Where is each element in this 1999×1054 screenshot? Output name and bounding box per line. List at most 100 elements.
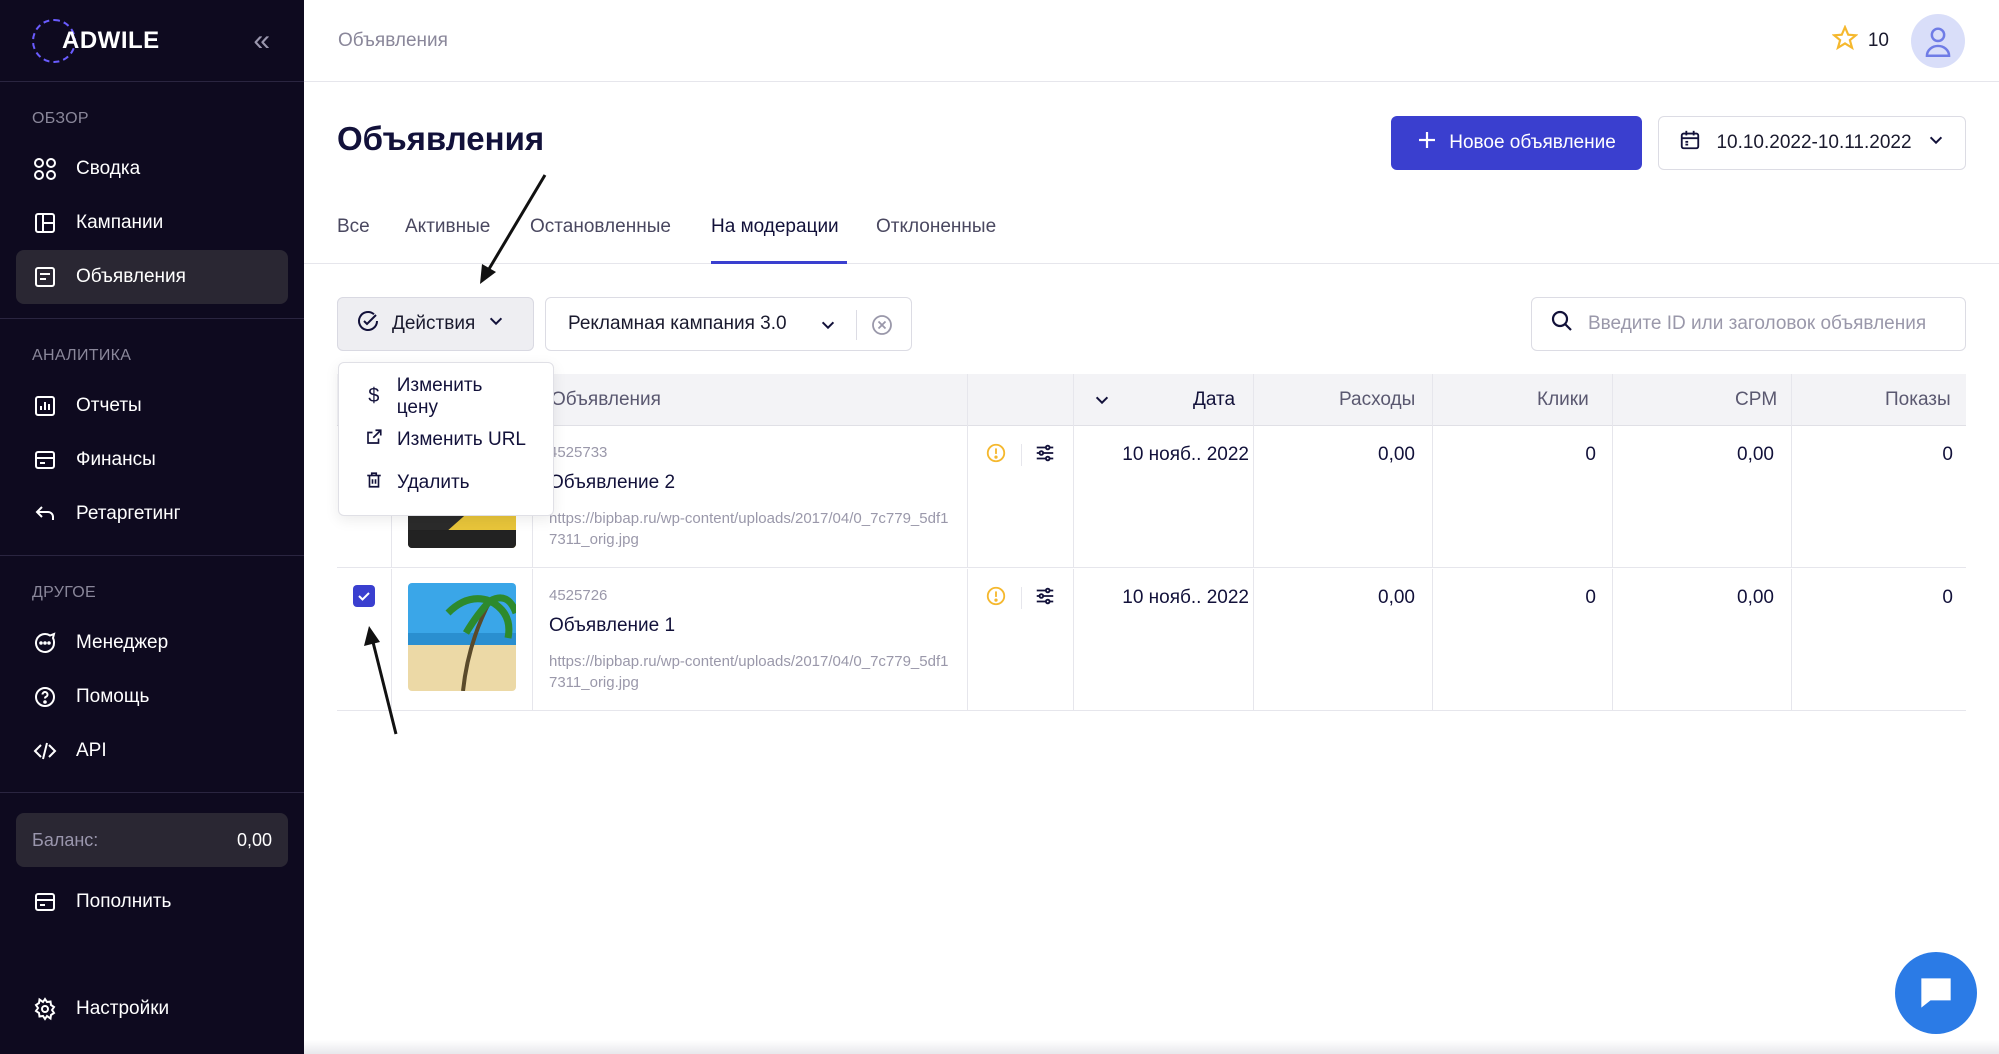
ad-title[interactable]: Объявление 2 bbox=[549, 472, 675, 494]
sidebar-item-campaigns[interactable]: Кампании bbox=[16, 196, 288, 250]
menu-item-change-price[interactable]: $ Изменить цену bbox=[339, 375, 553, 418]
sidebar-item-manager[interactable]: Менеджер bbox=[16, 616, 288, 670]
cell-views: 0 bbox=[1942, 444, 1953, 465]
cell-cpm: 0,00 bbox=[1737, 444, 1774, 465]
table-row[interactable]: 4525733 Объявление 2 https://bipbap.ru/w… bbox=[337, 426, 1966, 568]
external-link-icon bbox=[365, 428, 383, 452]
sidebar-section-other: ДРУГОЕ Менеджер Помощь API bbox=[0, 556, 304, 793]
row-checkbox[interactable] bbox=[353, 585, 375, 607]
sliders-icon[interactable] bbox=[1034, 585, 1056, 612]
warning-icon[interactable] bbox=[985, 585, 1007, 612]
section-title: АНАЛИТИКА bbox=[32, 347, 132, 364]
date-range-picker[interactable]: 10.10.2022-10.11.2022 bbox=[1658, 116, 1966, 170]
chat-button[interactable] bbox=[1895, 952, 1977, 1034]
search-box[interactable]: Введите ID или заголовок объявления bbox=[1531, 297, 1966, 351]
sidebar-item-summary[interactable]: Сводка bbox=[16, 142, 288, 196]
warning-icon[interactable] bbox=[985, 442, 1007, 469]
date-range-value: 10.10.2022-10.11.2022 bbox=[1716, 132, 1912, 153]
sidebar-item-label: Сводка bbox=[76, 158, 141, 179]
sidebar-item-label: Пополнить bbox=[76, 891, 172, 912]
sidebar-item-finance[interactable]: Финансы bbox=[16, 433, 288, 487]
tab-rejected[interactable]: Отклоненные bbox=[876, 216, 996, 264]
sidebar-item-retargeting[interactable]: Ретаргетинг bbox=[16, 487, 288, 541]
ad-url[interactable]: https://bipbap.ru/wp-content/uploads/201… bbox=[549, 651, 949, 693]
cell-date: 10 нояб.. 2022 bbox=[1122, 587, 1249, 608]
sidebar-section-overview: ОБЗОР Сводка Кампании Объявления bbox=[0, 82, 304, 319]
card-icon bbox=[32, 447, 58, 473]
menu-item-change-url[interactable]: Изменить URL bbox=[339, 418, 553, 461]
search-placeholder: Введите ID или заголовок объявления bbox=[1588, 313, 1927, 334]
divider bbox=[856, 310, 857, 340]
document-icon bbox=[32, 264, 58, 290]
calendar-icon bbox=[1679, 129, 1701, 157]
sort-chevron-icon[interactable] bbox=[1093, 391, 1111, 415]
campaign-select[interactable]: Рекламная кампания 3.0 bbox=[545, 297, 912, 351]
actions-dropdown-button[interactable]: Действия bbox=[337, 297, 534, 351]
sidebar-item-label: Менеджер bbox=[76, 632, 169, 653]
ad-title[interactable]: Объявление 1 bbox=[549, 615, 675, 637]
actions-label: Действия bbox=[392, 313, 476, 334]
collapse-sidebar-icon[interactable]: « bbox=[253, 24, 270, 58]
clear-circle-icon[interactable] bbox=[870, 313, 894, 343]
stars-counter[interactable]: 10 bbox=[1831, 23, 1889, 57]
star-icon bbox=[1831, 23, 1859, 57]
logo-text: ADWILE bbox=[62, 26, 160, 54]
sidebar-item-label: Ретаргетинг bbox=[76, 503, 181, 524]
cell-views: 0 bbox=[1942, 587, 1953, 608]
ad-url[interactable]: https://bipbap.ru/wp-content/uploads/201… bbox=[549, 508, 949, 550]
tab-all[interactable]: Все bbox=[337, 216, 370, 264]
cell-date: 10 нояб.. 2022 bbox=[1122, 444, 1249, 465]
ad-id: 4525733 bbox=[549, 444, 608, 461]
col-spend[interactable]: Расходы bbox=[1339, 389, 1415, 411]
bar-chart-icon bbox=[32, 393, 58, 419]
ad-thumbnail[interactable] bbox=[408, 583, 516, 691]
logo[interactable]: ADWILE bbox=[32, 18, 160, 63]
sidebar-item-label: Финансы bbox=[76, 449, 156, 470]
chevron-down-icon bbox=[1927, 131, 1945, 155]
ad-id: 4525726 bbox=[549, 587, 608, 604]
search-icon bbox=[1550, 309, 1574, 339]
new-ad-label: Новое объявление bbox=[1449, 132, 1616, 153]
bottom-shade bbox=[304, 1040, 1999, 1054]
sidebar-item-help[interactable]: Помощь bbox=[16, 670, 288, 724]
tab-moderation[interactable]: На модерации bbox=[711, 216, 847, 264]
avatar[interactable] bbox=[1911, 13, 1965, 68]
chevron-down-icon bbox=[819, 316, 837, 340]
col-cpm[interactable]: CPM bbox=[1735, 389, 1777, 411]
topbar-right: 10 bbox=[1831, 13, 1965, 68]
sidebar-item-settings[interactable]: Настройки bbox=[16, 982, 288, 1036]
sidebar-item-api[interactable]: API bbox=[16, 724, 288, 778]
sidebar-item-topup[interactable]: Пополнить bbox=[16, 875, 288, 929]
sidebar-item-reports[interactable]: Отчеты bbox=[16, 379, 288, 433]
chevron-down-icon bbox=[487, 312, 505, 336]
menu-item-delete[interactable]: Удалить bbox=[339, 461, 553, 504]
settings-row: Настройки bbox=[0, 982, 304, 1036]
cell-spend: 0,00 bbox=[1378, 444, 1415, 465]
table-header: Объявления Дата Расходы Клики CPM Показы bbox=[337, 374, 1966, 426]
new-ad-button[interactable]: Новое объявление bbox=[1391, 116, 1642, 170]
trash-icon bbox=[365, 471, 383, 495]
balance-label: Баланс: bbox=[32, 829, 99, 850]
topbar: Объявления 10 bbox=[304, 0, 1999, 82]
balance: Баланс: 0,00 bbox=[16, 813, 288, 867]
annotation-arrow-icon bbox=[364, 626, 398, 735]
table-row[interactable]: 4525726 Объявление 1 https://bipbap.ru/w… bbox=[337, 569, 1966, 711]
layout-icon bbox=[32, 210, 58, 236]
sidebar-section-analytics: АНАЛИТИКА Отчеты Финансы Ретаргетинг bbox=[0, 319, 304, 556]
code-icon bbox=[32, 738, 58, 764]
sliders-icon[interactable] bbox=[1034, 442, 1056, 469]
breadcrumb[interactable]: Объявления bbox=[338, 30, 448, 52]
sidebar-item-ads[interactable]: Объявления bbox=[16, 250, 288, 304]
sidebar-item-label: Помощь bbox=[76, 686, 150, 707]
chat-bubble-icon bbox=[1921, 978, 1951, 1008]
campaign-value: Рекламная кампания 3.0 bbox=[568, 313, 787, 334]
wallet-icon bbox=[32, 889, 58, 915]
col-clicks[interactable]: Клики bbox=[1537, 389, 1589, 411]
menu-item-label: Изменить цену bbox=[396, 374, 483, 418]
tab-stopped[interactable]: Остановленные bbox=[530, 216, 671, 264]
sidebar-item-label: Кампании bbox=[76, 212, 164, 233]
col-ads[interactable]: Объявления bbox=[551, 389, 661, 411]
col-date[interactable]: Дата bbox=[1193, 389, 1235, 411]
col-views[interactable]: Показы bbox=[1885, 389, 1951, 411]
gear-icon bbox=[32, 996, 58, 1022]
